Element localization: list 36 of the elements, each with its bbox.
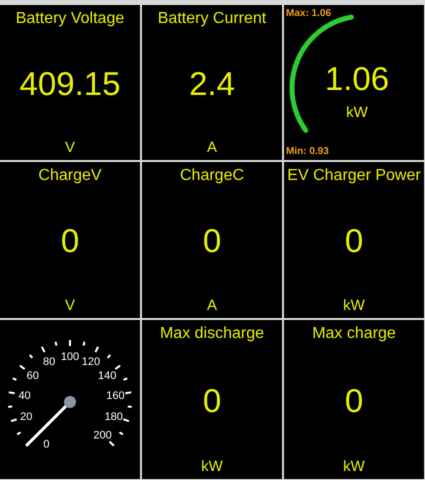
tile-value: 2.4 bbox=[189, 66, 235, 102]
tile-title: Battery Voltage bbox=[16, 9, 124, 29]
dial-label: 100 bbox=[60, 351, 80, 363]
tile-value: 0 bbox=[344, 382, 364, 418]
dial-label: 160 bbox=[106, 390, 125, 402]
min-label: Min: 0.93 bbox=[286, 146, 329, 158]
tile-unit: kW bbox=[343, 296, 365, 316]
tile-unit: A bbox=[206, 138, 217, 158]
tile-title: Max discharge bbox=[160, 324, 264, 344]
tile-unit: kW bbox=[201, 457, 223, 477]
dial-label: 200 bbox=[93, 430, 112, 442]
tile-title: Max charge bbox=[312, 324, 396, 344]
dial-label: 0 bbox=[43, 438, 50, 451]
dial-label: 120 bbox=[82, 356, 100, 368]
max-label: Max: 1.06 bbox=[286, 8, 332, 20]
dial-label: 80 bbox=[43, 356, 56, 368]
tile-unit: kW bbox=[346, 103, 368, 123]
tile-value: 0 bbox=[344, 223, 364, 259]
tile-unit: kW bbox=[343, 457, 365, 477]
tile-value: 0 bbox=[202, 223, 222, 259]
tile-title: ChargeC bbox=[180, 166, 244, 186]
tile-value: 0 bbox=[202, 382, 222, 418]
tile-value: 409.15 bbox=[20, 66, 120, 102]
tile-title: Battery Current bbox=[158, 9, 266, 29]
tile-value: 1.06 bbox=[324, 61, 390, 97]
dial-label: 180 bbox=[104, 411, 123, 424]
dial-label: 20 bbox=[20, 411, 32, 424]
dial-label: 40 bbox=[18, 390, 31, 402]
tile-unit: A bbox=[206, 296, 217, 316]
dial-label: 140 bbox=[98, 370, 116, 382]
tile-unit: V bbox=[64, 138, 75, 158]
tile-unit: V bbox=[64, 296, 75, 316]
tile-title: ChargeV bbox=[38, 166, 102, 186]
tile-title: EV Charger Power bbox=[287, 166, 421, 186]
tile-value: 0 bbox=[60, 223, 80, 259]
dial-label: 60 bbox=[26, 370, 39, 382]
